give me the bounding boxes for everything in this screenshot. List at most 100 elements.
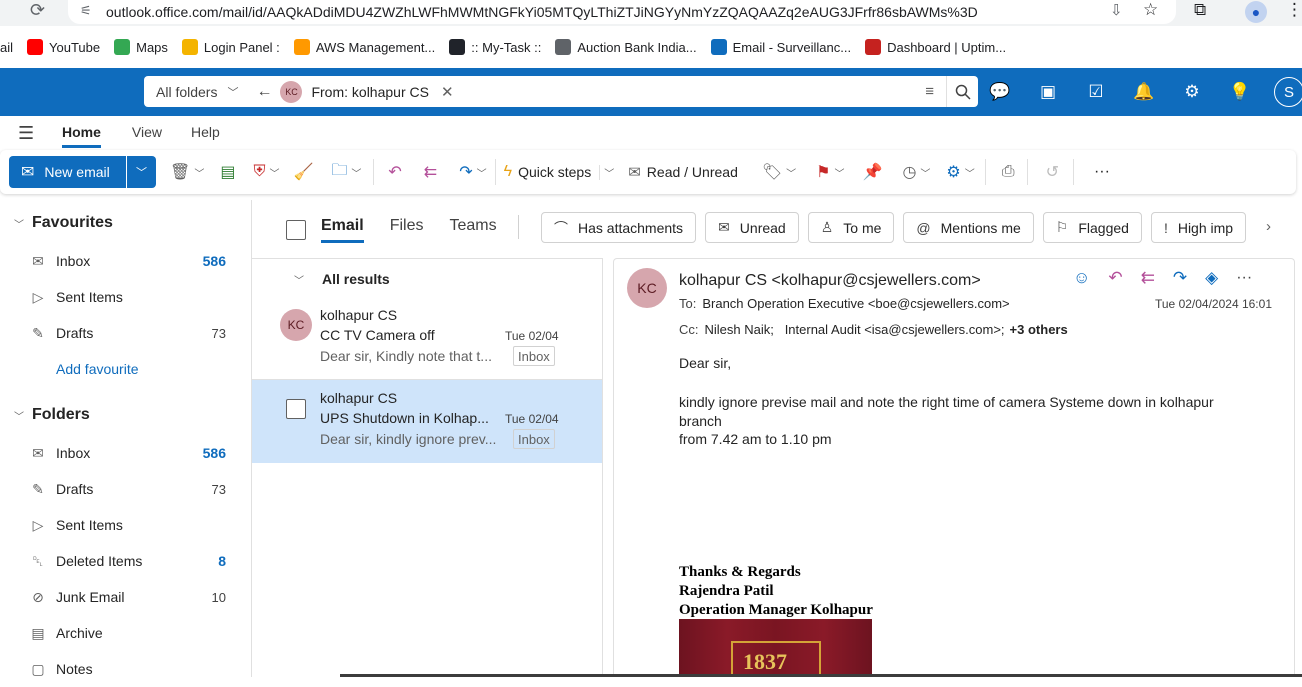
search-button[interactable] [946, 76, 978, 107]
app-menu-hamburger-icon[interactable]: ☰ [18, 123, 34, 144]
new-email-button[interactable]: ✉ New email [9, 156, 126, 188]
emoji-reaction-icon[interactable]: ☺ [1073, 268, 1090, 288]
onenote-icon[interactable]: ▣ [1036, 80, 1060, 104]
reply-all-icon[interactable]: ⇇ [1141, 268, 1155, 288]
close-icon[interactable]: ✕ [441, 83, 454, 101]
tab-teams[interactable]: Teams [449, 217, 496, 243]
teams-chat-icon[interactable]: 💬 [988, 80, 1012, 104]
folders-header[interactable]: ﹀ Folders [14, 406, 90, 424]
print-button[interactable]: ⎙ [1002, 156, 1015, 188]
add-favourite-link[interactable]: Add favourite [56, 361, 139, 377]
pencil-icon: ✎ [32, 480, 44, 497]
install-app-icon[interactable]: ⇩ [1110, 1, 1123, 19]
search-scope-dropdown[interactable]: All folders ﹀ [156, 84, 238, 100]
profile-icon[interactable]: ● [1245, 1, 1267, 23]
snooze-button[interactable]: ◷ ﹀ [902, 156, 930, 188]
folder-item-drafts[interactable]: ✎ Drafts 73 [30, 471, 226, 507]
categorize-button[interactable]: 🏷 ﹀ [762, 156, 796, 188]
to-recipients[interactable]: Branch Operation Executive <boe@csjewell… [702, 296, 1009, 311]
extensions-icon[interactable]: ⧉ [1194, 0, 1206, 20]
pin-button[interactable]: 📌 [863, 156, 883, 188]
bookmark-item[interactable]: YouTube [27, 39, 100, 55]
cc-more-link[interactable]: +3 others [1010, 322, 1068, 337]
filter-pill-high-imp[interactable]: ! High imp [1150, 212, 1247, 243]
bookmark-star-icon[interactable]: ☆ [1143, 0, 1158, 20]
undo-button[interactable]: ↺ [1046, 156, 1059, 188]
tab-help[interactable]: Help [191, 124, 220, 148]
message-row[interactable]: KC kolhapur CS CC TV Camera off Tue 02/04 De… [252, 297, 602, 380]
folder-item-deleted-items[interactable]: ␡ Deleted Items 8 [30, 543, 226, 579]
back-arrow-icon[interactable]: ← [256, 83, 272, 101]
group-header[interactable]: ﹀ All results [294, 271, 390, 287]
search-filter-chip[interactable]: KC From: kolhapur CS ✕ [280, 80, 454, 103]
archive-button[interactable]: ▤ [220, 156, 235, 188]
filter-pill-flagged[interactable]: ⚐ Flagged [1042, 212, 1142, 243]
bookmark-item[interactable]: Login Panel : [181, 39, 280, 55]
tab-email[interactable]: Email [321, 217, 364, 243]
loop-icon[interactable]: ◈ [1205, 268, 1218, 288]
bell-icon[interactable]: 🔔 [1132, 80, 1156, 104]
tab-home[interactable]: Home [62, 124, 101, 148]
banner-logo-text: 1837 [743, 649, 787, 674]
sender-avatar[interactable]: KC [627, 268, 667, 308]
filter-pill-label: Unread [739, 219, 786, 236]
site-settings-icon[interactable]: ⚟ [80, 3, 92, 19]
to-line: To: Branch Operation Executive <boe@csje… [679, 296, 1010, 311]
flag-button[interactable]: ⚑ ﹀ [816, 156, 844, 188]
report-button[interactable]: ⛨ ﹀ [253, 156, 279, 188]
message-date: Tue 02/04 [505, 412, 559, 426]
bookmark-item[interactable]: :: My-Task :: [449, 39, 541, 55]
folder-item-inbox[interactable]: ✉ Inbox 586 [30, 243, 226, 279]
unread-count: 10 [211, 589, 226, 605]
bookmark-item[interactable]: Auction Bank India... [555, 39, 697, 55]
sweep-button[interactable]: 🧹 [293, 156, 313, 188]
sender-line[interactable]: kolhapur CS <kolhapur@csjewellers.com> [679, 272, 981, 290]
tips-lightbulb-icon[interactable]: 💡 [1228, 80, 1252, 104]
folder-item-sent-items[interactable]: ▷ Sent Items [30, 507, 226, 543]
message-row[interactable]: kolhapur CS UPS Shutdown in Kolhap... Tue … [252, 380, 602, 463]
cc-recipients[interactable]: Nilesh Naik; Internal Audit <isa@csjewel… [705, 322, 1005, 337]
reply-button[interactable]: ↶ [388, 156, 401, 188]
browser-menu-icon[interactable]: ⋮ [1286, 0, 1302, 20]
folder-item-inbox[interactable]: ✉ Inbox 586 [30, 435, 226, 471]
folder-item-notes[interactable]: ▢ Notes [30, 651, 226, 687]
search-box[interactable]: All folders ﹀ ← KC From: kolhapur CS ✕ ≡ [144, 76, 978, 107]
filter-pill-has-attachments[interactable]: ⌒ Has attachments [541, 212, 697, 243]
more-options-icon[interactable]: ··· [1236, 269, 1252, 287]
delete-button[interactable]: 🗑 ﹀ [170, 156, 204, 188]
quick-steps-button[interactable]: ϟ Quick steps ﹀ [504, 156, 615, 188]
reply-all-button[interactable]: ⇇ [424, 156, 437, 188]
bookmark-item[interactable]: Maps [114, 39, 168, 55]
favourites-header[interactable]: ﹀ Favourites [14, 214, 113, 232]
folder-item-drafts[interactable]: ✎ Drafts 73 [30, 315, 226, 351]
tab-files[interactable]: Files [390, 217, 424, 243]
bookmark-item[interactable]: Dashboard | Uptim... [865, 39, 1006, 55]
forward-button[interactable]: ↷ ﹀ [459, 156, 486, 188]
my-day-icon[interactable]: ☑ [1084, 80, 1108, 104]
read-unread-button[interactable]: ✉ Read / Unread [628, 156, 738, 188]
more-options-button[interactable]: ··· [1094, 156, 1110, 188]
new-email-dropdown[interactable]: ﹀ [127, 156, 156, 188]
rules-button[interactable]: ⚙ ﹀ [946, 156, 974, 188]
gear-icon[interactable]: ⚙ [1180, 80, 1204, 104]
filter-pill-to-me[interactable]: ♙ To me [807, 212, 895, 243]
account-avatar[interactable]: S [1274, 77, 1302, 107]
reload-icon[interactable]: ⟳ [30, 0, 45, 21]
reply-icon[interactable]: ↶ [1108, 268, 1122, 288]
folder-item-archive[interactable]: ▤ Archive [30, 615, 226, 651]
bookmark-item[interactable]: AWS Management... [293, 39, 435, 55]
message-checkbox[interactable] [286, 399, 306, 419]
select-all-checkbox[interactable] [286, 220, 306, 240]
forward-icon[interactable]: ↷ [1173, 268, 1187, 288]
address-bar[interactable]: ⚟ outlook.office.com/mail/id/AAQkADdiMDU… [68, 0, 1176, 24]
folder-item-junk-email[interactable]: ⊘ Junk Email 10 [30, 579, 226, 615]
bookmark-item[interactable]: ail [0, 40, 13, 55]
bookmark-item[interactable]: Email - Surveillanc... [710, 39, 851, 55]
filter-pill-mentions-me[interactable]: @ Mentions me [903, 212, 1034, 243]
chevron-right-icon[interactable]: › [1266, 218, 1271, 235]
move-to-button[interactable]: 🗀 ﹀ [331, 156, 361, 188]
folder-item-sent-items[interactable]: ▷ Sent Items [30, 279, 226, 315]
tab-view[interactable]: View [132, 124, 162, 148]
filter-pill-unread[interactable]: ✉ Unread [705, 212, 799, 243]
filter-options-icon[interactable]: ≡ [925, 83, 934, 100]
